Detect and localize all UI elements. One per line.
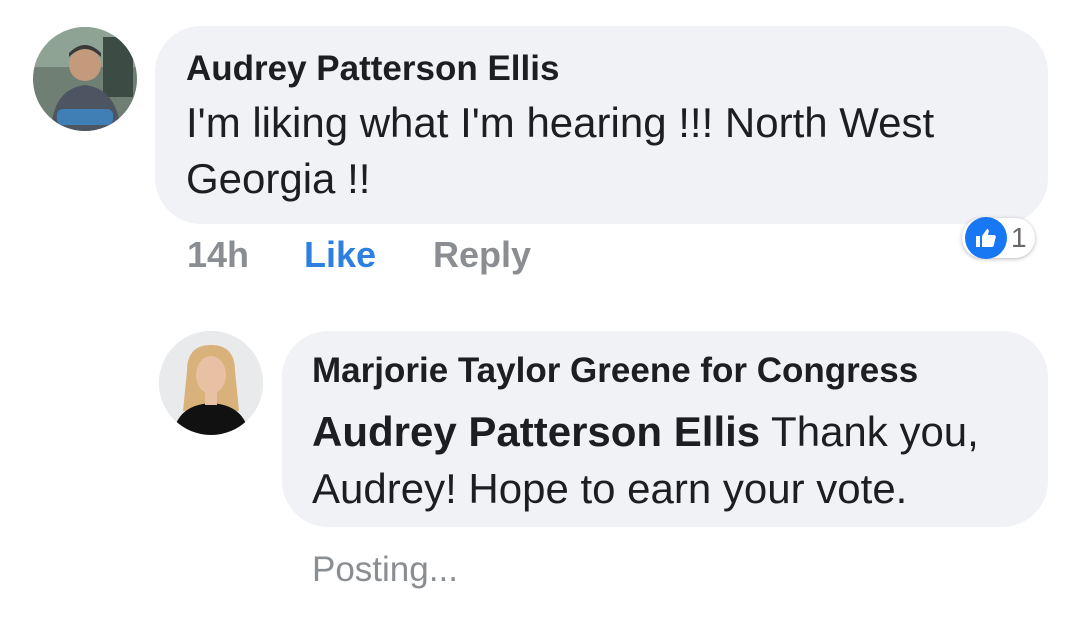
reaction-count: 1 [1011, 222, 1027, 253]
reaction-summary[interactable]: 1 [962, 217, 1035, 259]
reply-button[interactable]: Reply [433, 234, 531, 276]
reply-text: Audrey Patterson Ellis Thank you, Audrey… [312, 403, 1032, 517]
posting-status: Posting... [312, 550, 458, 589]
comment-thread: Audrey Patterson Ellis I'm liking what I… [0, 0, 1080, 628]
reply-bubble: Marjorie Taylor Greene for Congress Audr… [282, 331, 1048, 527]
commenter-avatar-image [33, 27, 137, 131]
reply-author-name[interactable]: Marjorie Taylor Greene for Congress [312, 350, 1018, 392]
reply-mention-tag[interactable]: Audrey Patterson Ellis [312, 408, 760, 455]
replier-avatar[interactable] [159, 331, 263, 435]
replier-avatar-image [159, 331, 263, 435]
like-button[interactable]: Like [304, 234, 376, 276]
commenter-avatar[interactable] [33, 27, 137, 131]
comment-bubble: Audrey Patterson Ellis I'm liking what I… [155, 26, 1048, 224]
comment-timestamp[interactable]: 14h [187, 234, 249, 276]
thumbs-up-icon [965, 217, 1007, 259]
comment-text: I'm liking what I'm hearing !!! North We… [186, 99, 935, 202]
comment-author-name[interactable]: Audrey Patterson Ellis [186, 48, 1014, 90]
